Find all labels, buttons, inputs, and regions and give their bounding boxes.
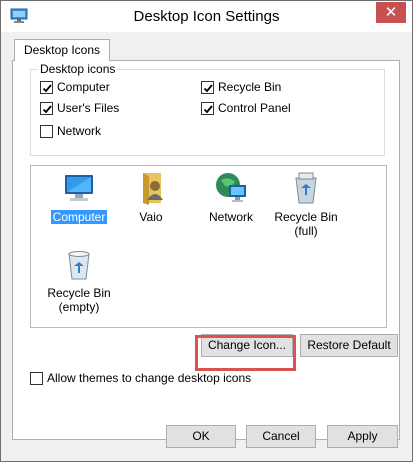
list-item-computer[interactable]: Computer (39, 170, 119, 224)
checkbox-users-files[interactable]: User's Files (40, 101, 119, 115)
list-item-network[interactable]: Network (191, 170, 271, 224)
desktop-icons-group: Desktop icons Computer Recycle Bin User'… (30, 62, 385, 156)
restore-default-button[interactable]: Restore Default (300, 334, 398, 357)
window-title: Desktop Icon Settings (133, 8, 280, 25)
checkbox-control-panel[interactable]: Control Panel (201, 101, 291, 115)
checkbox-box[interactable] (30, 371, 43, 385)
dialog-client: Desktop Icons Desktop icons Computer Rec… (1, 32, 412, 461)
checkbox-label: Recycle Bin (218, 80, 282, 94)
close-button[interactable]: ✕ (376, 2, 406, 23)
checkbox-box[interactable] (40, 124, 53, 138)
tab-panel: Desktop icons Computer Recycle Bin User'… (12, 60, 400, 440)
checkbox-label: Network (57, 124, 102, 138)
list-item-label: Network (208, 210, 253, 224)
checkbox-label: Computer (57, 80, 110, 94)
checkbox-allow-themes[interactable]: Allow themes to change desktop icons (30, 371, 251, 385)
cancel-button[interactable]: Cancel (246, 425, 316, 448)
list-item-recycle-bin-full[interactable]: Recycle Bin (full) (266, 170, 346, 238)
list-item-recycle-bin-empty[interactable]: Recycle Bin (empty) (39, 246, 119, 314)
computer-icon (61, 170, 97, 206)
ok-button[interactable]: OK (166, 425, 236, 448)
checkbox-label: Control Panel (218, 101, 291, 115)
dialog-window: Desktop Icon Settings ✕ Desktop Icons De… (0, 0, 413, 462)
change-icon-button[interactable]: Change Icon... (201, 334, 293, 357)
recycle-bin-empty-icon (61, 246, 97, 282)
group-legend: Desktop icons (38, 62, 118, 76)
checkbox-computer[interactable]: Computer (40, 80, 110, 94)
apply-button[interactable]: Apply (327, 425, 398, 448)
list-item-label: Recycle Bin (empty) (47, 286, 111, 314)
checkbox-box[interactable] (201, 101, 214, 115)
list-item-label: Recycle Bin (full) (274, 210, 338, 238)
list-item-label: Vaio (139, 210, 163, 224)
checkbox-label: User's Files (57, 101, 120, 115)
list-item-vaio[interactable]: Vaio (111, 170, 191, 224)
recycle-bin-full-icon (288, 170, 324, 206)
checkbox-network[interactable]: Network (40, 124, 101, 138)
checkbox-box[interactable] (40, 80, 53, 94)
network-icon (213, 170, 249, 206)
checkbox-label: Allow themes to change desktop icons (47, 371, 252, 385)
checkbox-box[interactable] (201, 80, 214, 94)
icon-list-view[interactable]: Computer Vaio Network Recycle Bin (full)… (30, 165, 387, 328)
user-folder-icon (133, 170, 169, 206)
checkbox-box[interactable] (40, 101, 53, 115)
list-item-label: Computer (50, 210, 108, 224)
tab-desktop-icons[interactable]: Desktop Icons (14, 39, 110, 61)
title-bar: Desktop Icon Settings ✕ (1, 1, 412, 32)
checkbox-recycle-bin[interactable]: Recycle Bin (201, 80, 281, 94)
